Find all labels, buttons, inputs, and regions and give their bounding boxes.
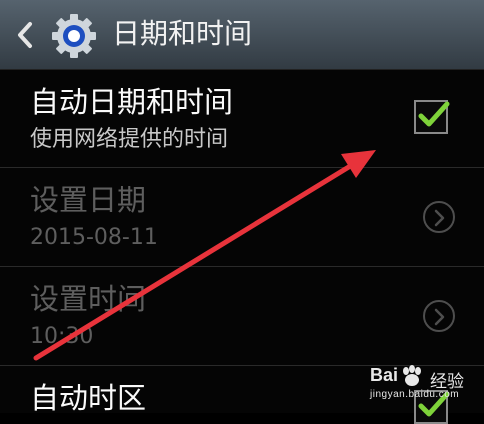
- setting-title: 自动日期和时间: [30, 85, 234, 119]
- chevron-right-icon: [423, 300, 455, 332]
- setting-subtitle: 2015-08-11: [30, 225, 158, 250]
- setting-auto-date-time[interactable]: 自动日期和时间 使用网络提供的时间: [0, 70, 484, 168]
- setting-title: 设置日期: [30, 183, 147, 217]
- setting-title: 设置时间: [30, 282, 147, 316]
- setting-set-time[interactable]: 设置时间 10:30: [0, 267, 484, 366]
- watermark-url: jingyan.baidu.com: [370, 389, 460, 400]
- back-chevron-icon[interactable]: [14, 20, 36, 50]
- checkmark-icon: [418, 101, 450, 127]
- app-bar: 日期和时间: [0, 0, 484, 70]
- baidu-jingyan-watermark: Bai 经验 jingyan.baidu.com: [364, 363, 484, 413]
- paw-icon: [403, 365, 421, 386]
- watermark-brand: Bai: [370, 365, 399, 385]
- setting-subtitle: 10:30: [30, 324, 94, 349]
- setting-subtitle: 使用网络提供的时间: [30, 127, 229, 152]
- chevron-right-icon: [423, 201, 455, 233]
- gear-icon: [52, 14, 96, 58]
- auto-date-time-checkbox[interactable]: [414, 100, 450, 134]
- setting-title: 自动时区: [30, 381, 147, 415]
- setting-set-date[interactable]: 设置日期 2015-08-11: [0, 168, 484, 267]
- page-title: 日期和时间: [112, 17, 253, 50]
